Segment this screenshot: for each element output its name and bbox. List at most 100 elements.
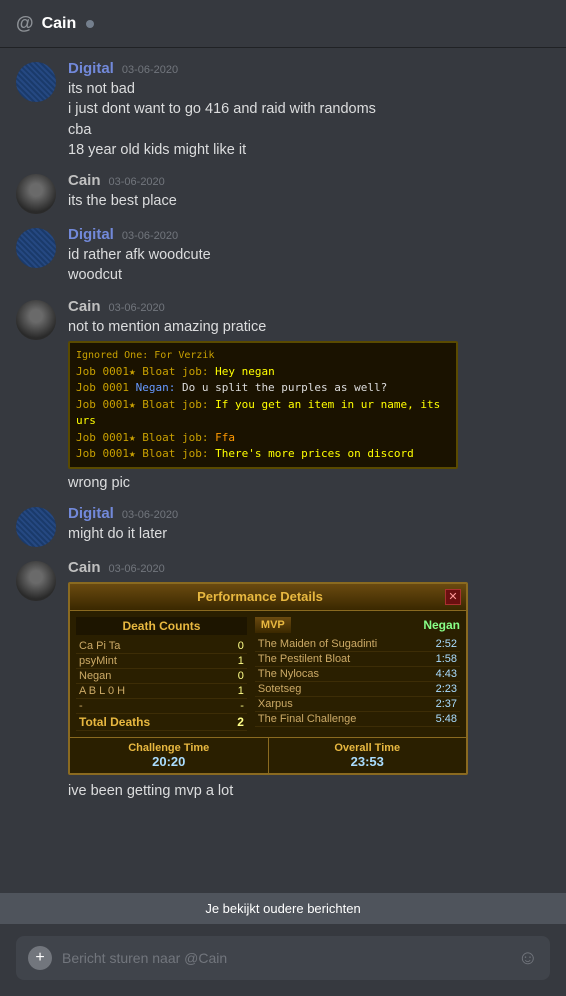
perf-mvp-section: MVP Negan The Maiden of Sugadinti 2:52 T… <box>255 617 460 731</box>
boss-time-5: 2:37 <box>423 696 460 711</box>
death-name-5: - <box>76 698 223 713</box>
avatar-digital-2 <box>16 228 56 268</box>
older-messages-bar[interactable]: Je bekijkt oudere berichten <box>0 893 566 924</box>
challenge-time-cell: Challenge Time 20:20 <box>70 738 269 773</box>
boss-name-1: The Maiden of Sugadinti <box>255 637 423 652</box>
death-row-3: Negan 0 <box>76 668 247 683</box>
message-group-6: Cain 03-06-2020 Performance Details ✕ De… <box>0 555 566 805</box>
avatar-cain-2 <box>16 300 56 340</box>
screenshot-line-1: Job 0001★ Bloat job: Hey negan <box>76 364 450 381</box>
timestamp-3: 03-06-2020 <box>122 230 178 242</box>
boss-row-4: Sotetseg 2:23 <box>255 681 460 696</box>
perf-title-text: Performance Details <box>75 589 445 604</box>
input-box: + Bericht sturen naar @Cain ☺ <box>16 936 550 980</box>
boss-times-table: The Maiden of Sugadinti 2:52 The Pestile… <box>255 637 460 727</box>
timestamp-5: 03-06-2020 <box>122 509 178 521</box>
message-header-2: Cain 03-06-2020 <box>68 172 550 189</box>
username-cain-2: Cain <box>68 298 101 315</box>
death-name-3: Negan <box>76 668 223 683</box>
total-deaths-value: 2 <box>223 713 247 730</box>
message-group-4: Cain 03-06-2020 not to mention amazing p… <box>0 294 566 497</box>
challenge-time-value: 20:20 <box>74 754 264 769</box>
status-dot <box>86 20 94 28</box>
avatar-cain-1 <box>16 174 56 214</box>
timestamp-1: 03-06-2020 <box>122 64 178 76</box>
message-group-5: Digital 03-06-2020 might do it later <box>0 501 566 551</box>
timestamp-4: 03-06-2020 <box>109 302 165 314</box>
message-group-1: Digital 03-06-2020 its not bad i just do… <box>0 56 566 164</box>
channel-name: Cain <box>42 15 77 33</box>
death-name-1: Ca Pi Ta <box>76 639 223 654</box>
boss-row-1: The Maiden of Sugadinti 2:52 <box>255 637 460 652</box>
message-header-3: Digital 03-06-2020 <box>68 226 550 243</box>
mvp-name: Negan <box>423 618 460 632</box>
overall-time-value: 23:53 <box>273 754 463 769</box>
avatar-cain-3 <box>16 561 56 601</box>
mvp-label: MVP <box>255 617 291 633</box>
message-text-6b: ive been getting mvp a lot <box>68 781 550 801</box>
messages-area: Digital 03-06-2020 its not bad i just do… <box>0 48 566 893</box>
message-group-2: Cain 03-06-2020 its the best place <box>0 168 566 218</box>
message-header-6: Cain 03-06-2020 <box>68 559 550 576</box>
screenshot-line-3: Job 0001★ Bloat job: If you get an item … <box>76 397 450 430</box>
death-name-2: psyMint <box>76 653 223 668</box>
message-text-2: its the best place <box>68 191 550 211</box>
perf-title-bar: Performance Details ✕ <box>70 584 466 611</box>
message-header-4: Cain 03-06-2020 <box>68 298 550 315</box>
message-text-4: not to mention amazing pratice <box>68 317 550 337</box>
boss-time-3: 4:43 <box>423 666 460 681</box>
message-content-2: Cain 03-06-2020 its the best place <box>68 172 550 214</box>
username-cain-3: Cain <box>68 559 101 576</box>
game-screenshot: Ignored One: For Verzik Job 0001★ Bloat … <box>68 341 458 469</box>
username-digital-2: Digital <box>68 226 114 243</box>
username-digital-1: Digital <box>68 60 114 77</box>
death-counts-table: Ca Pi Ta 0 psyMint 1 Negan 0 <box>76 639 247 731</box>
channel-header: @ Cain <box>0 0 566 48</box>
perf-close-button[interactable]: ✕ <box>445 589 461 605</box>
perf-bottom-times: Challenge Time 20:20 Overall Time 23:53 <box>70 737 466 773</box>
message-text-5: might do it later <box>68 524 550 544</box>
screenshot-line-4: Job 0001★ Bloat job: Ffa <box>76 430 450 447</box>
message-text-3: id rather afk woodcute woodcut <box>68 245 550 286</box>
boss-name-5: Xarpus <box>255 696 423 711</box>
death-count-1: 0 <box>223 639 247 654</box>
boss-time-4: 2:23 <box>423 681 460 696</box>
death-row-4: A B L 0 H 1 <box>76 683 247 698</box>
message-text-1: its not bad i just dont want to go 416 a… <box>68 79 550 160</box>
overall-time-label: Overall Time <box>273 742 463 754</box>
timestamp-6: 03-06-2020 <box>109 563 165 575</box>
boss-time-1: 2:52 <box>423 637 460 652</box>
death-row-5: - - <box>76 698 247 713</box>
message-content-1: Digital 03-06-2020 its not bad i just do… <box>68 60 550 160</box>
challenge-time-label: Challenge Time <box>74 742 264 754</box>
input-area: + Bericht sturen naar @Cain ☺ <box>0 924 566 996</box>
avatar-digital-3 <box>16 507 56 547</box>
death-count-4: 1 <box>223 683 247 698</box>
message-content-3: Digital 03-06-2020 id rather afk woodcut… <box>68 226 550 286</box>
death-count-3: 0 <box>223 668 247 683</box>
death-row-2: psyMint 1 <box>76 653 247 668</box>
message-text-4b: wrong pic <box>68 473 550 493</box>
mvp-row: MVP Negan <box>255 617 460 633</box>
add-attachment-button[interactable]: + <box>28 946 52 970</box>
message-header-1: Digital 03-06-2020 <box>68 60 550 77</box>
death-row-1: Ca Pi Ta 0 <box>76 639 247 654</box>
boss-time-6: 5:48 <box>423 711 460 726</box>
username-digital-3: Digital <box>68 505 114 522</box>
death-name-4: A B L 0 H <box>76 683 223 698</box>
message-header-5: Digital 03-06-2020 <box>68 505 550 522</box>
boss-row-6: The Final Challenge 5:48 <box>255 711 460 726</box>
older-messages-text: Je bekijkt oudere berichten <box>205 901 360 916</box>
emoji-button[interactable]: ☺ <box>518 947 538 970</box>
death-count-2: 1 <box>223 653 247 668</box>
boss-row-3: The Nylocas 4:43 <box>255 666 460 681</box>
timestamp-2: 03-06-2020 <box>109 176 165 188</box>
message-group-3: Digital 03-06-2020 id rather afk woodcut… <box>0 222 566 290</box>
message-input-placeholder[interactable]: Bericht sturen naar @Cain <box>62 950 508 966</box>
total-deaths-label: Total Deaths <box>76 713 223 730</box>
channel-icon: @ <box>16 13 34 34</box>
boss-name-6: The Final Challenge <box>255 711 423 726</box>
boss-name-3: The Nylocas <box>255 666 423 681</box>
avatar-digital-1 <box>16 62 56 102</box>
performance-details-box: Performance Details ✕ Death Counts Ca Pi… <box>68 582 468 775</box>
